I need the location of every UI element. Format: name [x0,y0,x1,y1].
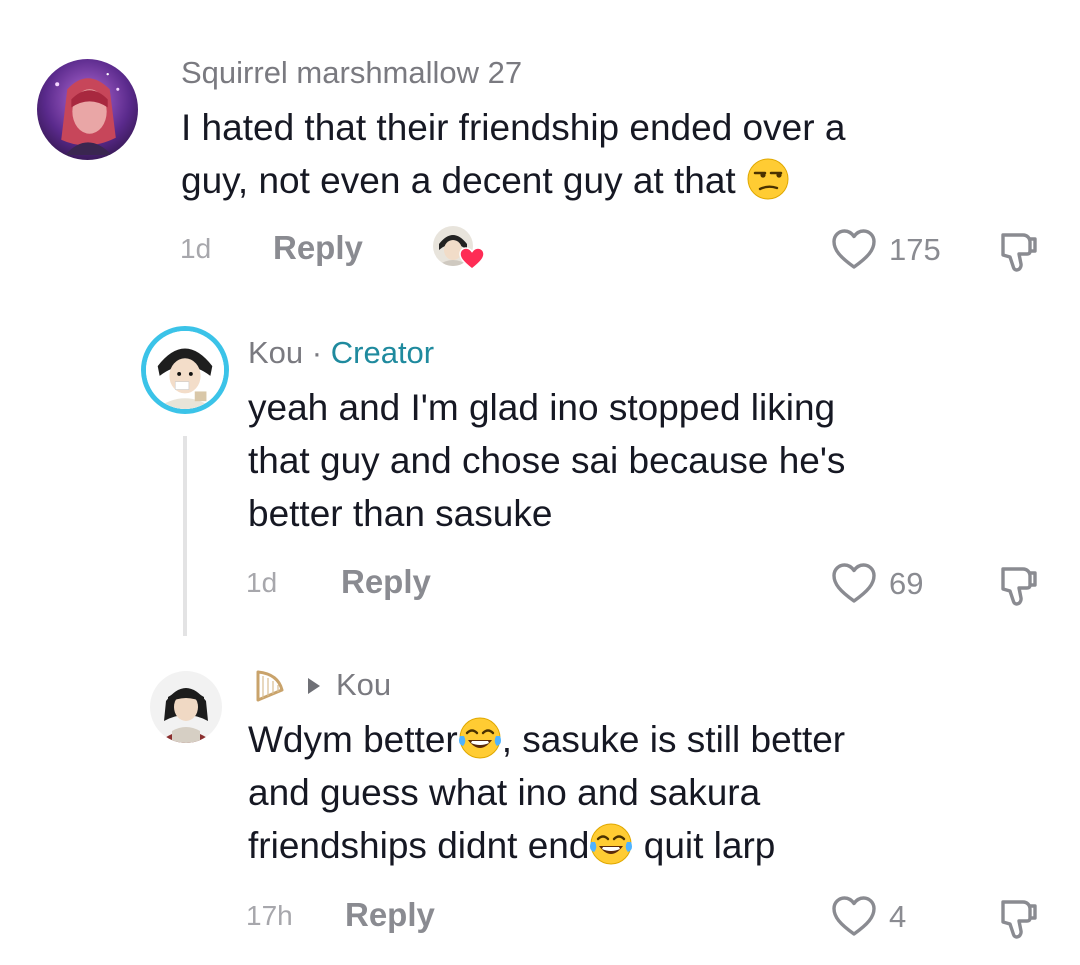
username-text: Kou [248,335,304,370]
like-icon[interactable] [830,561,878,605]
like-count: 175 [889,232,941,267]
comment-timestamp: 17h [246,900,293,931]
tears-of-joy-emoji [458,716,502,760]
comment-username[interactable]: Kou · Creator [248,335,434,371]
comment-username[interactable]: Squirrel marshmallow 27 [181,55,522,91]
like-count: 4 [889,899,907,934]
comment-timestamp: 1d [246,567,278,598]
avatar[interactable] [150,671,222,743]
comment-text: yeah and I'm glad ino stopped liking tha… [248,381,845,540]
comment-text: I hated that their friendship ended over… [181,101,845,207]
comment-text-line: that guy and chose sai because he's [248,440,846,481]
thread-line [183,436,187,636]
unamused-face-emoji [746,157,790,201]
comment-text-line: I hated that their friendship ended over… [181,107,846,148]
thumbs-down-icon[interactable] [993,896,1039,942]
avatar[interactable] [37,59,138,160]
like-count: 69 [889,566,924,601]
thumbs-down-icon[interactable] [993,229,1039,275]
creator-badge: Creator [330,335,435,370]
comment-text-line: yeah and I'm glad ino stopped liking [248,387,836,428]
comment-text-segment: , sasuke is still better [501,719,846,760]
thumbs-down-icon[interactable] [993,563,1039,609]
reply-button[interactable]: Reply [341,562,431,602]
comment-text-line: guy, not even a decent guy at that [181,160,736,201]
reply-to-username[interactable]: Kou [336,667,391,703]
tears-of-joy-emoji [589,822,633,866]
separator-dot: · [311,335,323,370]
avatar[interactable] [141,326,229,414]
comment-text-line: and guess what ino and sakura [248,772,761,813]
heart-icon [459,247,485,271]
comment-text-line: better than sasuke [248,493,553,534]
comment-timestamp: 1d [180,233,212,264]
reply-button[interactable]: Reply [345,895,435,935]
harp-icon [252,668,288,704]
comment-text-segment: Wdym better [248,719,458,760]
comment-text-segment: friendships didnt end [248,825,590,866]
triangle-right-icon [307,677,321,695]
like-icon[interactable] [830,894,878,938]
like-icon[interactable] [830,227,878,271]
comment-text-segment: quit larp [633,825,776,866]
comment-text: Wdym better , sasuke is still better and… [248,713,845,872]
reply-button[interactable]: Reply [273,228,363,268]
